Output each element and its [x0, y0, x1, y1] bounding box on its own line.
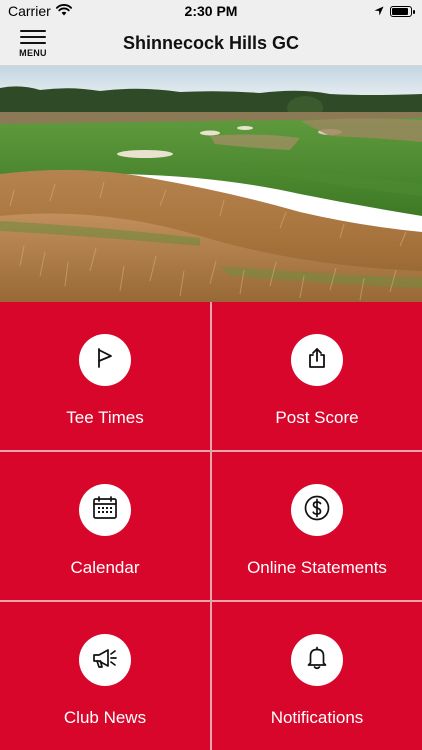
megaphone-icon: [91, 645, 119, 676]
status-bar: Carrier 2:30 PM: [0, 0, 422, 22]
status-right: [374, 3, 415, 19]
tile-icon-circle: [291, 634, 343, 686]
tile-label: Club News: [63, 708, 147, 727]
hero-image: [0, 66, 422, 302]
tile-notifications[interactable]: Notifications: [212, 602, 422, 750]
share-icon: [305, 346, 329, 375]
flag-icon: [93, 346, 117, 375]
tile-calendar[interactable]: Calendar: [0, 452, 210, 600]
location-arrow-icon: [374, 3, 384, 19]
tile-icon-circle: [291, 334, 343, 386]
tile-post-score[interactable]: Post Score: [212, 302, 422, 450]
tile-label: Calendar: [70, 558, 140, 577]
tile-label: Post Score: [275, 408, 359, 427]
page-title: Shinnecock Hills GC: [122, 33, 300, 53]
nav-bar: MENU Shinnecock Hills GC: [0, 22, 422, 66]
tile-label: Tee Times: [66, 408, 144, 427]
tile-tee-times[interactable]: Tee Times: [0, 302, 210, 450]
tile-club-news[interactable]: Club News: [0, 602, 210, 750]
tile-icon-circle: [79, 334, 131, 386]
tile-icon-circle: [79, 484, 131, 536]
tile-icon-circle: [79, 634, 131, 686]
bell-icon: [304, 645, 330, 676]
tile-icon-circle: [291, 484, 343, 536]
tile-label: Notifications: [270, 708, 364, 727]
status-time: 2:30 PM: [184, 3, 238, 19]
tile-online-statements[interactable]: Online Statements: [212, 452, 422, 600]
battery-icon: [390, 5, 415, 17]
calendar-icon: [92, 495, 118, 526]
menu-grid: Tee Times Post Score Calendar Online Sta…: [0, 302, 422, 750]
dollar-icon: [303, 494, 331, 527]
battery-fill: [392, 7, 409, 15]
tile-label: Online Statements: [247, 558, 387, 577]
